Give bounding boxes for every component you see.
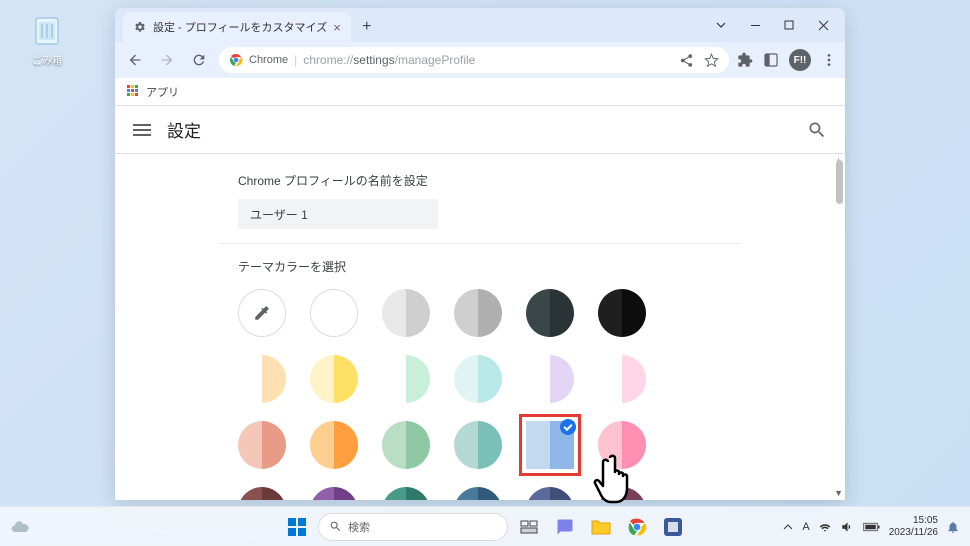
theme-color-swatch-4[interactable] — [526, 289, 574, 337]
task-view-button[interactable] — [514, 512, 544, 542]
maximize-button[interactable] — [781, 20, 797, 30]
cloud-icon — [10, 517, 30, 537]
omnibox[interactable]: Chrome | chrome://settings/manageProfile — [219, 47, 729, 73]
theme-color-swatch-11[interactable] — [598, 355, 646, 403]
theme-color-swatch-3[interactable] — [454, 289, 502, 337]
extensions-icon[interactable] — [737, 52, 753, 68]
gear-icon — [133, 20, 147, 34]
minimize-button[interactable] — [747, 20, 763, 31]
theme-color-swatch-2[interactable] — [382, 289, 430, 337]
file-explorer-icon[interactable] — [586, 512, 616, 542]
theme-color-swatch-9[interactable] — [454, 355, 502, 403]
search-placeholder: 検索 — [348, 519, 370, 535]
close-button[interactable] — [815, 20, 831, 31]
theme-color-section: テーマカラーを選択 — [220, 244, 740, 500]
chrome-window: 設定 - プロフィールをカスタマイズ × + Chrome | chrome:/… — [115, 8, 845, 500]
taskbar-chat-icon[interactable] — [550, 512, 580, 542]
hamburger-menu[interactable] — [133, 121, 151, 139]
forward-button[interactable] — [155, 48, 179, 72]
theme-color-swatch-14[interactable] — [382, 421, 430, 469]
address-origin: Chrome — [249, 54, 288, 66]
browser-tab[interactable]: 設定 - プロフィールをカスタマイズ × — [123, 12, 351, 42]
desktop-recycle-bin[interactable]: ごみ箱 — [22, 12, 72, 67]
eyedropper-icon — [253, 304, 271, 322]
taskbar-search[interactable]: 検索 — [318, 513, 508, 541]
settings-content: Chrome プロフィールの名前を設定 テーマカラーを選択 ▲ ▼ — [115, 154, 845, 500]
address-bar-row: Chrome | chrome://settings/manageProfile… — [115, 42, 845, 78]
settings-card: Chrome プロフィールの名前を設定 テーマカラーを選択 — [220, 158, 740, 500]
bookmarks-bar: アプリ — [115, 78, 845, 106]
theme-color-swatch-19[interactable] — [310, 487, 358, 500]
profile-name-title: Chrome プロフィールの名前を設定 — [238, 172, 722, 189]
tab-title: 設定 - プロフィールをカスタマイズ — [153, 19, 327, 35]
theme-color-swatch-16[interactable] — [526, 421, 574, 469]
reload-button[interactable] — [187, 48, 211, 72]
theme-color-swatch-12[interactable] — [238, 421, 286, 469]
theme-color-swatch-20[interactable] — [382, 487, 430, 500]
address-text: chrome://settings/manageProfile — [303, 53, 673, 67]
recycle-bin-icon — [28, 12, 66, 50]
window-controls — [699, 8, 845, 42]
taskbar: 検索 A 15:05 2023/11/26 — [0, 506, 970, 546]
taskbar-clock[interactable]: 15:05 2023/11/26 — [889, 515, 938, 539]
theme-color-title: テーマカラーを選択 — [238, 258, 722, 275]
extension-icons: F!! — [737, 49, 837, 71]
weather-widget[interactable] — [10, 517, 30, 537]
theme-color-swatch-5[interactable] — [598, 289, 646, 337]
scrollbar-thumb[interactable] — [836, 160, 843, 204]
taskbar-right: A 15:05 2023/11/26 — [782, 515, 960, 539]
theme-color-swatch-0[interactable] — [238, 289, 286, 337]
settings-header: 設定 — [115, 106, 845, 154]
profile-name-section: Chrome プロフィールの名前を設定 — [220, 158, 740, 244]
theme-color-swatch-8[interactable] — [382, 355, 430, 403]
battery-icon[interactable] — [863, 521, 881, 533]
profile-avatar[interactable]: F!! — [789, 49, 811, 71]
chevron-down-icon[interactable] — [713, 19, 729, 31]
tab-close-button[interactable]: × — [333, 20, 341, 35]
bookmark-side-icon[interactable] — [763, 52, 779, 68]
apps-icon[interactable] — [127, 85, 141, 99]
settings-title: 設定 — [167, 117, 201, 142]
theme-color-swatch-7[interactable] — [310, 355, 358, 403]
profile-name-input[interactable] — [238, 199, 438, 229]
taskbar-app-icon[interactable] — [658, 512, 688, 542]
new-tab-button[interactable]: + — [355, 15, 379, 39]
share-icon[interactable] — [679, 53, 694, 68]
tray-chevron-icon[interactable] — [782, 521, 794, 533]
theme-color-swatch-1[interactable] — [310, 289, 358, 337]
chrome-icon — [229, 53, 243, 67]
star-icon[interactable] — [704, 53, 719, 68]
apps-label[interactable]: アプリ — [146, 84, 179, 100]
omnibox-right-icons — [679, 53, 719, 68]
chrome-taskbar-icon[interactable] — [622, 512, 652, 542]
cursor-hand-icon — [592, 450, 642, 510]
notification-icon[interactable] — [946, 520, 960, 534]
recycle-bin-label: ごみ箱 — [22, 52, 72, 67]
start-button[interactable] — [282, 512, 312, 542]
theme-color-swatch-21[interactable] — [454, 487, 502, 500]
theme-color-swatch-18[interactable] — [238, 487, 286, 500]
taskbar-center: 検索 — [282, 512, 688, 542]
theme-color-swatch-10[interactable] — [526, 355, 574, 403]
check-icon — [560, 419, 576, 435]
search-icon[interactable] — [807, 120, 827, 140]
ime-indicator[interactable]: A — [802, 521, 809, 533]
theme-color-swatch-13[interactable] — [310, 421, 358, 469]
color-grid — [238, 285, 722, 500]
search-icon — [329, 520, 342, 533]
theme-color-swatch-15[interactable] — [454, 421, 502, 469]
theme-color-swatch-6[interactable] — [238, 355, 286, 403]
volume-icon[interactable] — [840, 520, 855, 534]
theme-color-swatch-22[interactable] — [526, 487, 574, 500]
wifi-icon[interactable] — [818, 520, 832, 534]
titlebar: 設定 - プロフィールをカスタマイズ × + — [115, 8, 845, 42]
menu-dots-icon[interactable] — [821, 52, 837, 68]
back-button[interactable] — [123, 48, 147, 72]
scrollbar[interactable]: ▲ ▼ — [831, 154, 845, 500]
